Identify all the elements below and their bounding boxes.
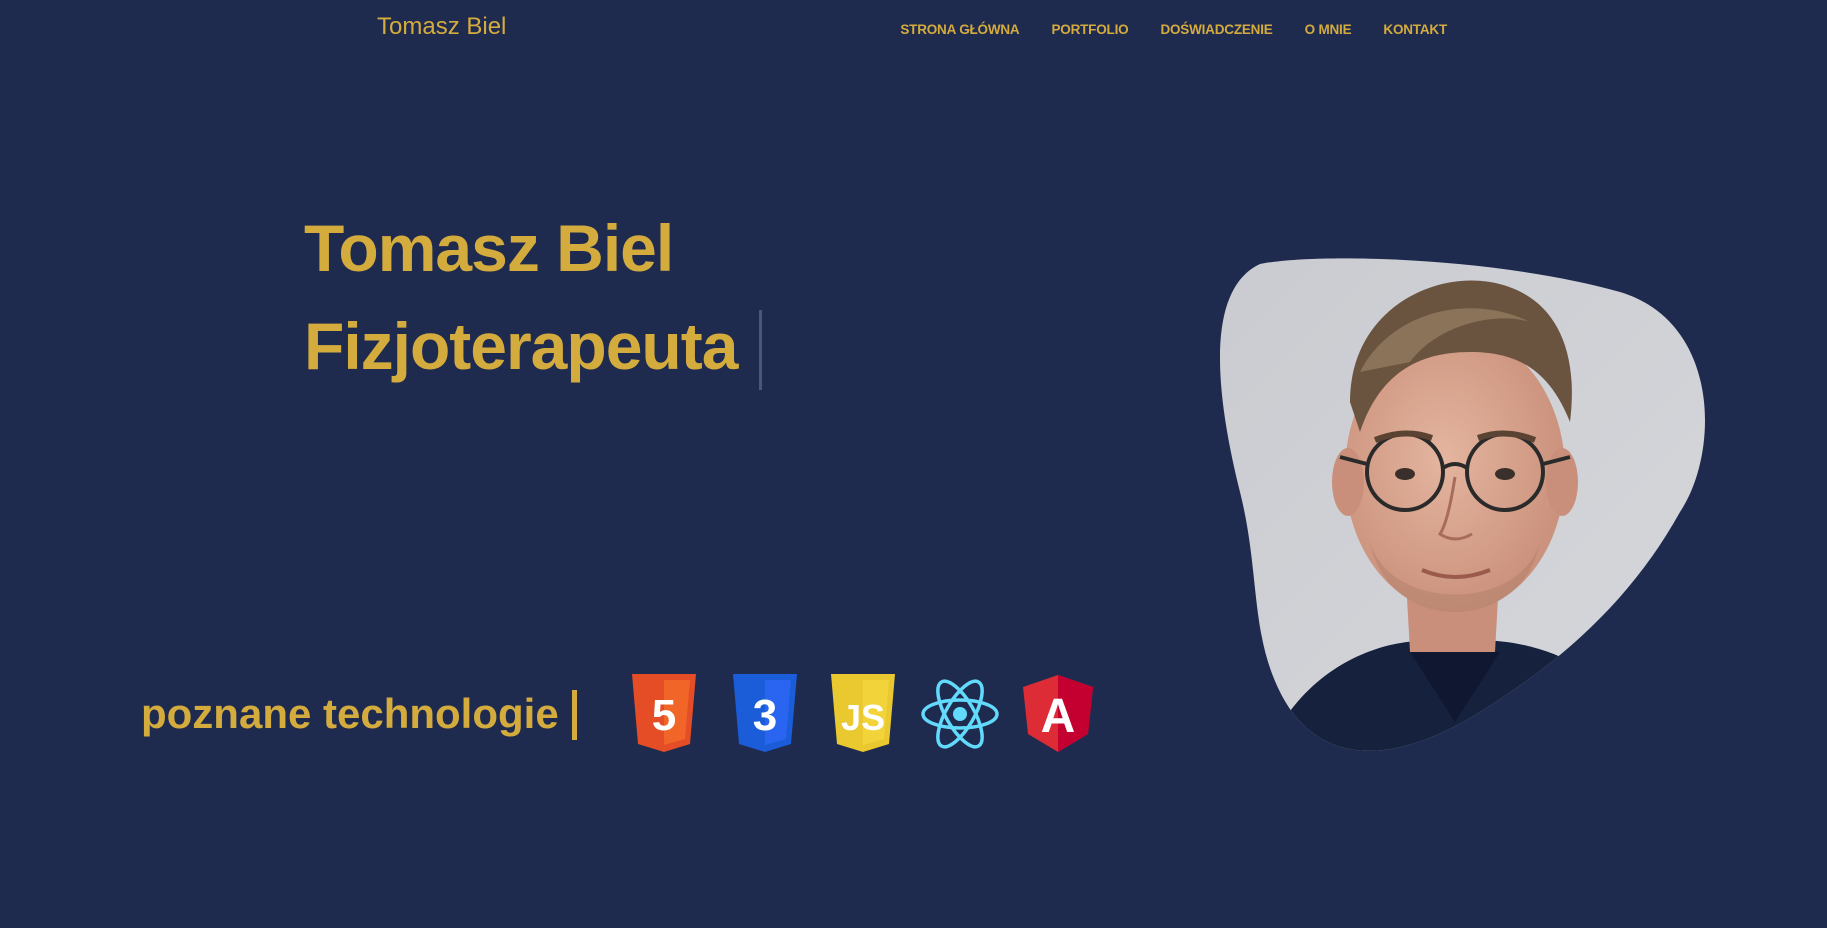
typing-caret bbox=[759, 310, 762, 390]
css3-logo-icon: 3 bbox=[729, 672, 801, 759]
react-logo-icon bbox=[920, 678, 1000, 755]
main-nav: STRONA GŁÓWNA PORTFOLIO DOŚWIADCZENIE O … bbox=[900, 22, 1447, 37]
nav-link-experience[interactable]: DOŚWIADCZENIE bbox=[1160, 22, 1272, 37]
nav-link-portfolio[interactable]: PORTFOLIO bbox=[1051, 22, 1128, 37]
profile-photo bbox=[1200, 252, 1720, 772]
site-brand[interactable]: Tomasz Biel bbox=[377, 13, 506, 41]
nav-link-contact[interactable]: KONTAKT bbox=[1383, 22, 1447, 37]
css3-digit: 3 bbox=[753, 691, 777, 740]
html5-logo-icon: 5 bbox=[628, 672, 700, 759]
top-navigation: Tomasz Biel STRONA GŁÓWNA PORTFOLIO DOŚW… bbox=[0, 0, 1827, 62]
angular-letter: A bbox=[1041, 690, 1076, 743]
js-text: JS bbox=[841, 697, 885, 738]
angular-logo-icon: A bbox=[1021, 674, 1095, 759]
nav-link-home[interactable]: STRONA GŁÓWNA bbox=[900, 22, 1019, 37]
technologies-divider bbox=[572, 690, 577, 740]
hero-role: Fizjoterapeuta bbox=[304, 309, 738, 383]
js-logo-icon: JS bbox=[827, 672, 899, 759]
html5-digit: 5 bbox=[652, 691, 676, 740]
hero-name: Tomasz Biel bbox=[304, 211, 674, 285]
technologies-label: poznane technologie bbox=[141, 690, 559, 737]
nav-link-about[interactable]: O MNIE bbox=[1305, 22, 1352, 37]
